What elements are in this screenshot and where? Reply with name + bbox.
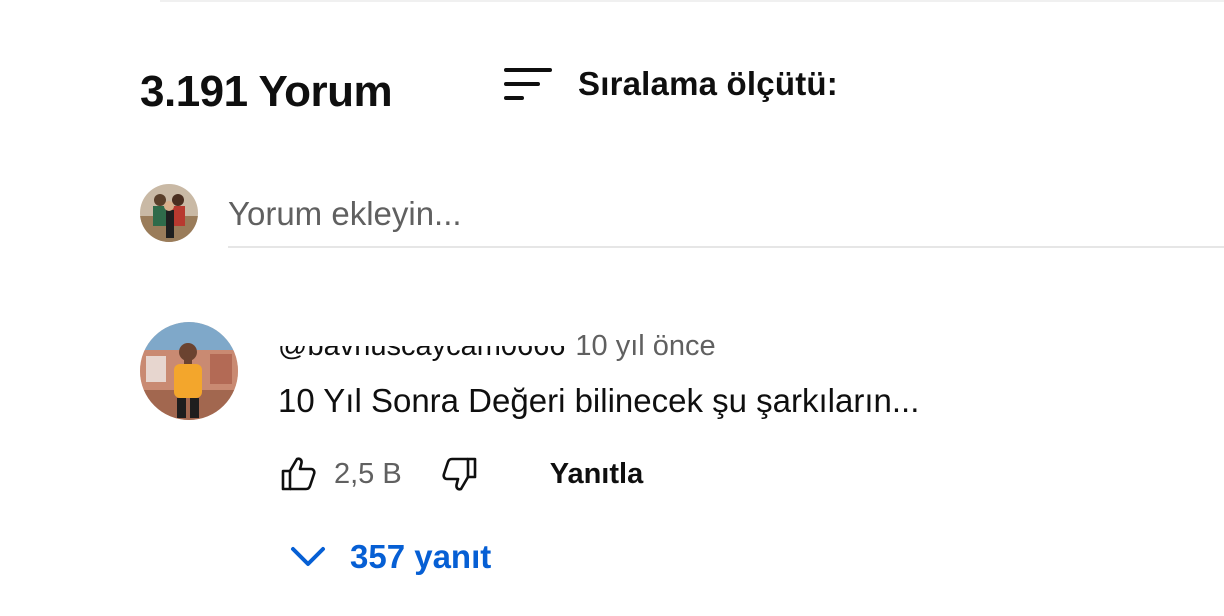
comments-header: 3.191 Yorum Sıralama ölçütü: xyxy=(140,62,838,122)
comment-input[interactable] xyxy=(228,188,1224,248)
sort-lines-icon xyxy=(504,68,552,100)
top-divider xyxy=(160,0,1224,2)
author-name[interactable]: @bavhuscaycam0666 xyxy=(274,323,568,363)
comment-count: 3.191 Yorum xyxy=(140,67,393,116)
replies-count: 357 yanıt xyxy=(350,538,492,575)
add-comment-row xyxy=(140,184,1224,248)
thumbs-down-icon[interactable] xyxy=(440,454,480,494)
comment-actions: 2,5 B Yanıtla xyxy=(278,452,643,496)
comment-timestamp[interactable]: 10 yıl önce xyxy=(575,330,715,363)
like-count: 2,5 B xyxy=(334,457,402,490)
comment-text: 10 Yıl Sonra Değeri bilinecek şu şarkıla… xyxy=(278,382,920,419)
avatar[interactable] xyxy=(140,184,198,242)
comments-section: 3.191 Yorum Sıralama ölçütü: Yorum ekley… xyxy=(0,0,1224,616)
view-replies-button[interactable]: 357 yanıt xyxy=(288,534,491,580)
comment-meta: @bavhuscaycam0666 10 yıl önce xyxy=(274,323,716,366)
thumbs-up-icon[interactable] xyxy=(278,454,318,494)
comment-thread: @bavhuscaycam0666 10 yıl önce 10 Yıl Son… xyxy=(140,322,1224,582)
reply-button[interactable]: Yanıtla xyxy=(550,458,644,491)
redaction-mask xyxy=(274,323,568,346)
author-avatar[interactable] xyxy=(140,322,238,420)
sort-label: Sıralama ölçütü: xyxy=(578,65,838,102)
chevron-down-icon xyxy=(291,547,325,566)
sort-button[interactable]: Sıralama ölçütü: xyxy=(502,64,838,104)
